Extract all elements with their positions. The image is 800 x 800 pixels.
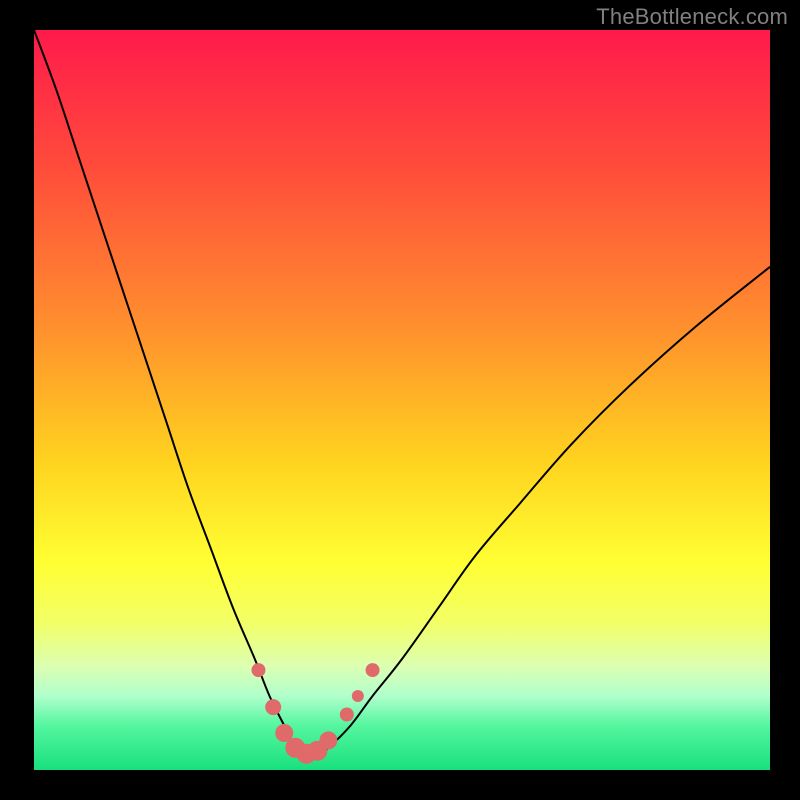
highlight-dot (366, 663, 380, 677)
bottleneck-chart (0, 0, 800, 800)
highlight-dot (340, 708, 354, 722)
highlight-dot (319, 731, 337, 749)
chart-stage: TheBottleneck.com (0, 0, 800, 800)
highlight-dot (265, 699, 281, 715)
highlight-dot (251, 663, 265, 677)
watermark-text: TheBottleneck.com (596, 4, 788, 30)
highlight-dot (352, 690, 364, 702)
